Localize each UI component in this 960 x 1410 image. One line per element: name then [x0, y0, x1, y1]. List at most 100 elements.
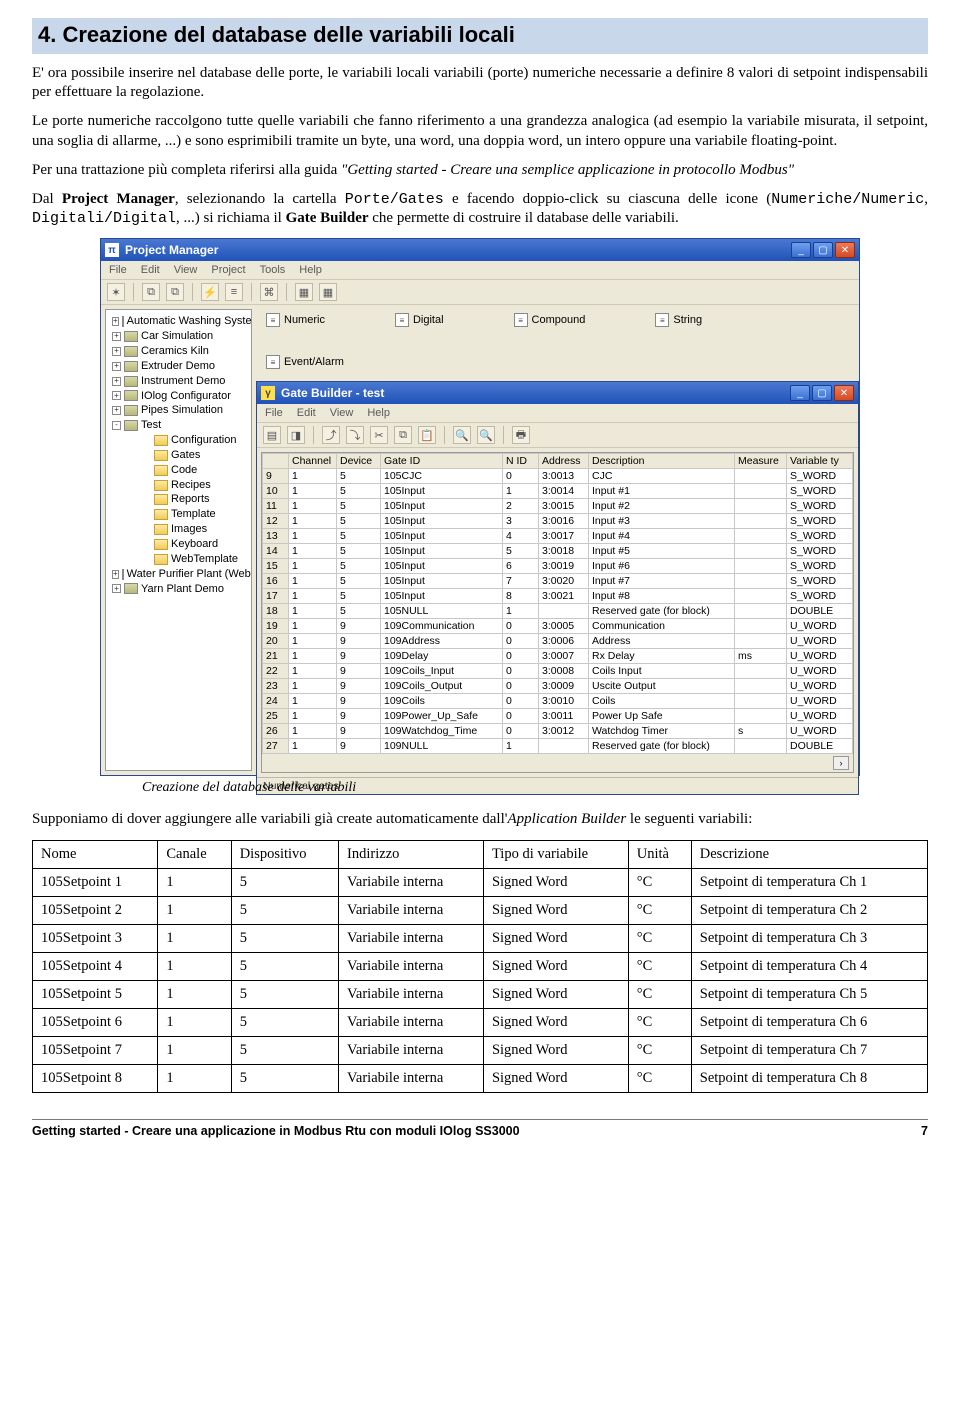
menu-item[interactable]: View [174, 264, 198, 276]
expand-icon[interactable]: + [112, 347, 121, 356]
expand-icon[interactable]: + [112, 317, 119, 326]
gate-type-icon[interactable]: ≡String [655, 313, 702, 327]
expand-icon[interactable]: + [112, 391, 121, 400]
table-row[interactable]: 2219109Coils_Input03:0008Coils InputU_WO… [263, 664, 853, 679]
tree-item[interactable]: Template [108, 507, 249, 522]
table-row[interactable]: 2719109NULL1Reserved gate (for block)DOU… [263, 739, 853, 754]
table-row[interactable]: 2319109Coils_Output03:0009Uscite OutputU… [263, 679, 853, 694]
menu-item[interactable]: Tools [260, 264, 286, 276]
menu-item[interactable]: File [109, 264, 127, 276]
toolbar-button[interactable]: ▦ [295, 283, 313, 301]
toolbar-button[interactable]: ✂ [370, 426, 388, 444]
menu-item[interactable]: Project [211, 264, 245, 276]
close-button[interactable]: ✕ [835, 242, 855, 258]
table-row[interactable]: 2119109Delay03:0007Rx DelaymsU_WORD [263, 649, 853, 664]
tree-item[interactable]: +Extruder Demo [108, 359, 249, 374]
tree-item[interactable]: Reports [108, 492, 249, 507]
gate-type-icon[interactable]: ≡Digital [395, 313, 444, 327]
tree-item[interactable]: Code [108, 463, 249, 478]
tree-item[interactable]: Gates [108, 448, 249, 463]
menu-item[interactable]: View [330, 407, 354, 419]
table-row[interactable]: 1515105Input63:0019Input #6S_WORD [263, 559, 853, 574]
table-row[interactable]: 1115105Input23:0015Input #2S_WORD [263, 499, 853, 514]
menu-item[interactable]: Help [299, 264, 322, 276]
column-header[interactable]: N ID [503, 454, 539, 469]
tree-item[interactable]: +IOlog Configurator [108, 389, 249, 404]
gate-type-icon[interactable]: ≡Compound [514, 313, 586, 327]
toolbar-button[interactable]: ▦ [319, 283, 337, 301]
expand-icon[interactable]: + [112, 570, 119, 579]
toolbar-button[interactable]: 🔍 [477, 426, 495, 444]
toolbar-button[interactable]: 🔍 [453, 426, 471, 444]
toolbar-button[interactable]: ⤴ [322, 426, 340, 444]
gate-type-icon[interactable]: ≡Event/Alarm [266, 355, 344, 369]
project-tree[interactable]: +Automatic Washing System Demo+Car Simul… [105, 309, 252, 771]
toolbar-button[interactable]: ⧉ [142, 283, 160, 301]
close-button[interactable]: ✕ [834, 385, 854, 401]
tree-item[interactable]: Keyboard [108, 537, 249, 552]
column-header[interactable]: Gate ID [381, 454, 503, 469]
expand-icon[interactable]: + [112, 377, 121, 386]
column-header[interactable]: Description [589, 454, 735, 469]
tree-item[interactable]: +Water Purifier Plant (Web Server) [108, 567, 249, 582]
tree-item[interactable]: Recipes [108, 478, 249, 493]
horizontal-scroll[interactable]: › [262, 754, 853, 772]
tree-item[interactable]: +Automatic Washing System Demo [108, 314, 249, 329]
table-row[interactable]: 1815105NULL1Reserved gate (for block)DOU… [263, 604, 853, 619]
tree-item[interactable]: -Test [108, 418, 249, 433]
table-row[interactable]: 2019109Address03:0006AddressU_WORD [263, 634, 853, 649]
expand-icon[interactable]: + [112, 362, 121, 371]
expand-icon[interactable]: + [112, 406, 121, 415]
maximize-button[interactable]: ▢ [812, 385, 832, 401]
table-row[interactable]: 1315105Input43:0017Input #4S_WORD [263, 529, 853, 544]
tree-item[interactable]: +Pipes Simulation [108, 403, 249, 418]
column-header[interactable]: Variable ty [787, 454, 853, 469]
minimize-button[interactable]: _ [791, 242, 811, 258]
table-row[interactable]: 1715105Input83:0021Input #8S_WORD [263, 589, 853, 604]
toolbar-button[interactable]: ⚡ [201, 283, 219, 301]
column-header[interactable]: Device [337, 454, 381, 469]
column-header[interactable]: Address [539, 454, 589, 469]
toolbar-button[interactable]: 📋 [418, 426, 436, 444]
menu-item[interactable]: Edit [141, 264, 160, 276]
toolbar-button[interactable]: 🖶 [512, 426, 530, 444]
gb-grid[interactable]: ChannelDeviceGate IDN IDAddressDescripti… [261, 452, 854, 773]
column-header[interactable]: Channel [289, 454, 337, 469]
tree-item[interactable]: Configuration [108, 433, 249, 448]
table-row[interactable]: 1015105Input13:0014Input #1S_WORD [263, 484, 853, 499]
gate-type-icon[interactable]: ≡Numeric [266, 313, 325, 327]
tree-item[interactable]: +Ceramics Kiln [108, 344, 249, 359]
toolbar-button[interactable]: ⌘ [260, 283, 278, 301]
table-row[interactable]: 1615105Input73:0020Input #7S_WORD [263, 574, 853, 589]
scroll-right-button[interactable]: › [833, 756, 849, 770]
toolbar-button[interactable]: ◨ [287, 426, 305, 444]
tree-item[interactable]: Images [108, 522, 249, 537]
maximize-button[interactable]: ▢ [813, 242, 833, 258]
table-row[interactable]: 1215105Input33:0016Input #3S_WORD [263, 514, 853, 529]
column-header[interactable] [263, 454, 289, 469]
minimize-button[interactable]: _ [790, 385, 810, 401]
toolbar-button[interactable]: ▤ [263, 426, 281, 444]
menu-item[interactable]: Edit [297, 407, 316, 419]
tree-item[interactable]: +Yarn Plant Demo [108, 582, 249, 597]
expand-icon[interactable]: + [112, 584, 121, 593]
column-header[interactable]: Measure [735, 454, 787, 469]
toolbar-button[interactable]: ✶ [107, 283, 125, 301]
tree-item[interactable]: WebTemplate [108, 552, 249, 567]
table-row[interactable]: 2519109Power_Up_Safe03:0011Power Up Safe… [263, 709, 853, 724]
expand-icon[interactable]: - [112, 421, 121, 430]
table-row[interactable]: 1919109Communication03:0005Communication… [263, 619, 853, 634]
table-row[interactable]: 2619109Watchdog_Time03:0012Watchdog Time… [263, 724, 853, 739]
tree-item[interactable]: +Instrument Demo [108, 374, 249, 389]
menu-item[interactable]: Help [367, 407, 390, 419]
toolbar-button[interactable]: ⧉ [394, 426, 412, 444]
table-row[interactable]: 915105CJC03:0013CJCS_WORD [263, 469, 853, 484]
table-row[interactable]: 1415105Input53:0018Input #5S_WORD [263, 544, 853, 559]
toolbar-button[interactable]: ⤵ [346, 426, 364, 444]
tree-item[interactable]: +Car Simulation [108, 329, 249, 344]
toolbar-button[interactable]: ≡ [225, 283, 243, 301]
expand-icon[interactable]: + [112, 332, 121, 341]
menu-item[interactable]: File [265, 407, 283, 419]
toolbar-button[interactable]: ⧉ [166, 283, 184, 301]
table-row[interactable]: 2419109Coils03:0010CoilsU_WORD [263, 694, 853, 709]
